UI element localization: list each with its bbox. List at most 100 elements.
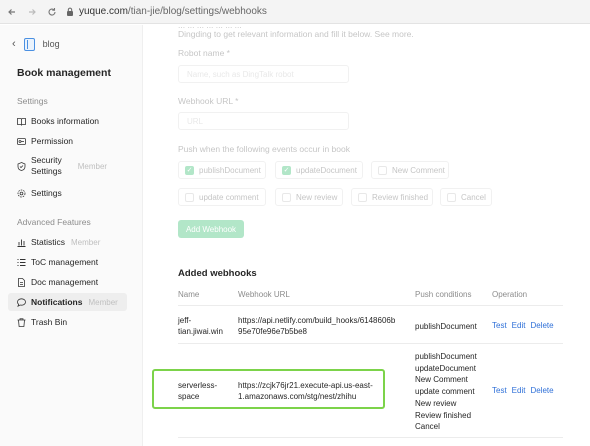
test-link[interactable]: Test [492,321,507,330]
reload-icon[interactable] [42,2,62,22]
back-arrow-icon[interactable] [2,2,22,22]
advanced-section-label: Advanced Features [17,217,91,227]
trash-icon [17,317,26,327]
condition-item: Review finished [415,410,472,420]
checkbox-checked-icon: ✓ [282,165,291,175]
address-bar[interactable]: yuque.com/tian-jie/blog/settings/webhook… [79,6,267,17]
highlight-annotation-box [152,369,385,409]
name-line-2: tian.jiwai.win [178,327,223,336]
push-conditions: publishDocument [415,321,477,332]
webhook-url-label: Webhook URL * [178,96,239,106]
sidebar-item-statistics[interactable]: Statistics Member [8,233,127,251]
sidebar-item-books-information[interactable]: Books information [8,112,127,130]
settings-section-label: Settings [17,96,48,106]
chat-bubble-icon [17,297,26,307]
sidebar-item-label: ToC management [31,257,99,267]
gear-icon [17,189,26,198]
sidebar-item-label: Books information [31,116,100,126]
book-name: blog [42,39,60,49]
member-badge: Member [77,161,108,171]
member-badge: Member [71,237,101,247]
sidebar-item-doc-management[interactable]: Doc management [8,273,127,291]
sidebar-item-label: Doc management [31,277,99,287]
checkbox-checked-icon: ✓ [185,165,194,175]
checkbox-icon [447,192,456,202]
webhook-url: https://api.netlify.com/build_hooks/6148… [238,315,395,337]
condition-item: update comment [415,387,475,397]
robot-name-label: Robot name * [178,48,230,58]
event-label: publishDocument [199,165,261,175]
book-open-icon [17,117,26,126]
sidebar-item-label: Statistics [31,237,66,247]
shield-icon [17,161,26,171]
sidebar-item-security-settings[interactable]: Security Settings Member [8,153,127,179]
forward-arrow-icon[interactable] [22,2,42,22]
add-webhook-button[interactable]: Add Webhook [178,220,244,238]
events-label: Push when the following events occur in … [178,144,350,154]
event-checkbox-cancel[interactable]: Cancel [440,188,492,206]
sidebar-title: Book management [17,67,111,79]
event-checkbox-new-comment[interactable]: New Comment [371,161,449,179]
column-header-push-conditions: Push conditions [415,290,472,299]
checkbox-icon [358,192,367,202]
event-checkbox-publish-document[interactable]: ✓ publishDocument [178,161,266,179]
event-label: Cancel [461,192,486,202]
table-divider [178,437,563,438]
event-label: Review finished [372,192,429,202]
robot-name-input[interactable]: Name, such as DingTalk robot [178,65,349,83]
event-checkbox-update-comment[interactable]: update comment [178,188,266,206]
sidebar-item-settings[interactable]: Settings [8,184,127,202]
table-divider [178,305,563,306]
edit-link[interactable]: Edit [512,321,526,330]
sidebar-item-label: Permission [31,136,74,146]
sidebar-item-trash-bin[interactable]: Trash Bin [8,313,127,331]
security-label-line2: Settings [31,166,62,176]
event-checkbox-update-document[interactable]: ✓ updateDocument [275,161,363,179]
sidebar-item-toc-management[interactable]: ToC management [8,253,127,271]
list-icon [17,258,26,267]
url-line-2: 95e70fe96e7b5be8 [238,327,307,336]
url-domain: yuque.com [79,6,128,17]
back-to-book-link[interactable]: ‹ blog [12,37,60,51]
sidebar-item-label: Security Settings [31,155,62,177]
delete-link[interactable]: Delete [530,321,553,330]
bar-chart-icon [17,238,26,247]
event-checkbox-new-review[interactable]: New review [275,188,343,206]
table-divider [178,343,563,344]
url-path: /tian-jie/blog/settings/webhooks [127,6,267,17]
webhook-url-placeholder: URL [187,116,204,126]
test-link[interactable]: Test [492,386,507,395]
operations: Test Edit Delete [492,386,559,395]
sidebar-item-label: Notifications [31,297,83,307]
security-label-line1: Security [31,155,62,165]
condition-item: New Comment [415,375,468,385]
main-content: ... ... ... ... ... ... ... Dingding to … [143,25,590,446]
event-label: New Comment [392,165,445,175]
sidebar-item-notifications[interactable]: Notifications Member [8,293,127,311]
event-label: New review [296,192,338,202]
condition-item: publishDocument [415,352,477,361]
url-line-1: https://api.netlify.com/build_hooks/6148… [238,316,396,325]
push-conditions: publishDocument updateDocument New Comme… [415,351,477,433]
document-icon [17,277,26,287]
event-checkbox-review-finished[interactable]: Review finished [351,188,433,206]
added-webhooks-title: Added webhooks [178,268,257,279]
lock-icon [66,7,74,16]
delete-link[interactable]: Delete [530,386,553,395]
member-badge: Member [88,297,118,307]
event-label: updateDocument [296,165,357,175]
edit-link[interactable]: Edit [512,386,526,395]
browser-toolbar: yuque.com/tian-jie/blog/settings/webhook… [0,0,590,24]
condition-item: updateDocument [415,363,476,373]
sidebar-item-label: Settings [31,188,62,198]
checkbox-icon [282,192,291,202]
column-header-name: Name [178,290,200,299]
book-icon [23,37,35,51]
name-line-1: jeff- [178,316,192,325]
sidebar: ‹ blog Book management Settings Books in… [0,25,143,446]
webhook-url-input[interactable]: URL [178,112,349,130]
sidebar-item-permission[interactable]: Permission [8,132,127,150]
intro-line-2: Dingding to get relevant information and… [178,29,414,39]
condition-item: Cancel [415,422,440,432]
chevron-left-icon: ‹ [12,38,16,50]
